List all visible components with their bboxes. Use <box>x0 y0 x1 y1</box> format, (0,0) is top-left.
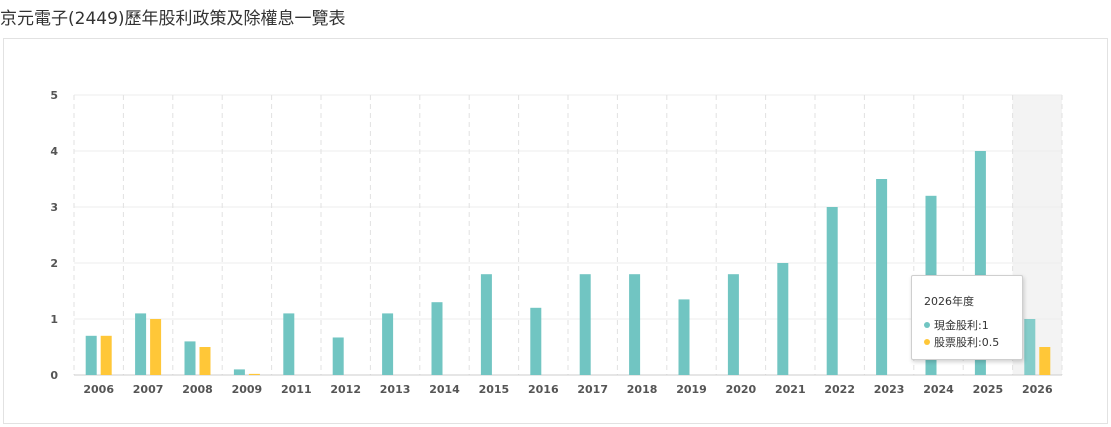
stock-dividend-bar <box>199 347 211 375</box>
y-tick-label: 1 <box>50 313 58 326</box>
cash-dividend-bar <box>530 307 542 375</box>
tooltip-stock-label: 股票股利: <box>934 336 982 349</box>
cash-dividend-bar <box>431 302 443 375</box>
tooltip-title: 2026年度 <box>924 295 974 308</box>
cash-dividend-bar <box>283 313 295 375</box>
x-tick-label: 2016 <box>528 383 559 396</box>
cash-dividend-bar <box>85 335 97 375</box>
x-tick-label: 2019 <box>676 383 707 396</box>
x-tick-label: 2021 <box>775 383 806 396</box>
x-tick-label: 2007 <box>133 383 164 396</box>
x-tick-label: 2018 <box>627 383 658 396</box>
x-tick-label: 2006 <box>83 383 114 396</box>
stock-dividend-bar <box>248 373 260 375</box>
y-tick-label: 0 <box>50 369 58 382</box>
x-tick-label: 2011 <box>281 383 312 396</box>
stock-dividend-bar <box>150 319 162 375</box>
y-tick-label: 5 <box>50 89 58 102</box>
dividend-bar-chart: 0 1 2 3 4 5 2006 2007 2008 2009 2011 2012 2013 2014 20… <box>50 89 1063 396</box>
cash-dividend-bar <box>480 274 492 375</box>
x-tick-label: 2009 <box>232 383 263 396</box>
x-tick-label: 2013 <box>380 383 411 396</box>
cash-dividend-bar <box>332 337 344 375</box>
cash-dividend-bar <box>233 369 245 375</box>
tooltip-cash-value: 1 <box>981 319 989 332</box>
x-tick-label: 2012 <box>330 383 361 396</box>
tooltip-row-stock: 股票股利:0.5 <box>924 334 1022 351</box>
cash-dividend-bar <box>629 274 641 375</box>
stock-dividend-dot-icon <box>924 339 930 345</box>
cash-dividend-bar <box>876 179 888 375</box>
cash-dividend-bar <box>184 341 196 375</box>
cash-dividend-bar <box>826 207 838 375</box>
page-title: 京元電子(2449)歷年股利政策及除權息一覽表 <box>0 9 346 29</box>
cash-dividend-dot-icon <box>924 322 930 328</box>
cash-dividend-bar <box>678 299 690 375</box>
x-tick-label: 2022 <box>824 383 855 396</box>
x-tick-label: 2008 <box>182 383 213 396</box>
cash-dividend-bar <box>135 313 147 375</box>
x-tick-label: 2015 <box>479 383 510 396</box>
chart-card: 0 1 2 3 4 5 2006 2007 2008 2009 2011 2012 2013 2014 20… <box>3 38 1108 424</box>
y-tick-label: 2 <box>50 257 58 270</box>
cash-dividend-bar <box>1024 319 1036 375</box>
x-tick-label: 2017 <box>577 383 608 396</box>
tooltip-row-cash: 現金股利:1 <box>924 317 1022 334</box>
chart-tooltip: 2026年度 現金股利:1 股票股利:0.5 <box>911 275 1023 360</box>
y-tick-label: 3 <box>50 201 58 214</box>
y-tick-label: 4 <box>50 145 58 158</box>
tooltip-stock-value: 0.5 <box>981 336 1000 349</box>
stock-dividend-bar <box>100 335 112 375</box>
cash-dividend-bar <box>382 313 394 375</box>
x-tick-label: 2025 <box>973 383 1004 396</box>
x-tick-label: 2026 <box>1022 383 1053 396</box>
x-tick-label: 2023 <box>874 383 905 396</box>
tooltip-cash-label: 現金股利: <box>934 319 982 332</box>
x-tick-label: 2024 <box>923 383 954 396</box>
cash-dividend-bar <box>777 263 789 375</box>
cash-dividend-bar <box>727 274 739 375</box>
cash-dividend-bar <box>579 274 591 375</box>
stock-dividend-bar <box>1039 347 1051 375</box>
x-tick-label: 2014 <box>429 383 460 396</box>
x-tick-label: 2020 <box>726 383 757 396</box>
